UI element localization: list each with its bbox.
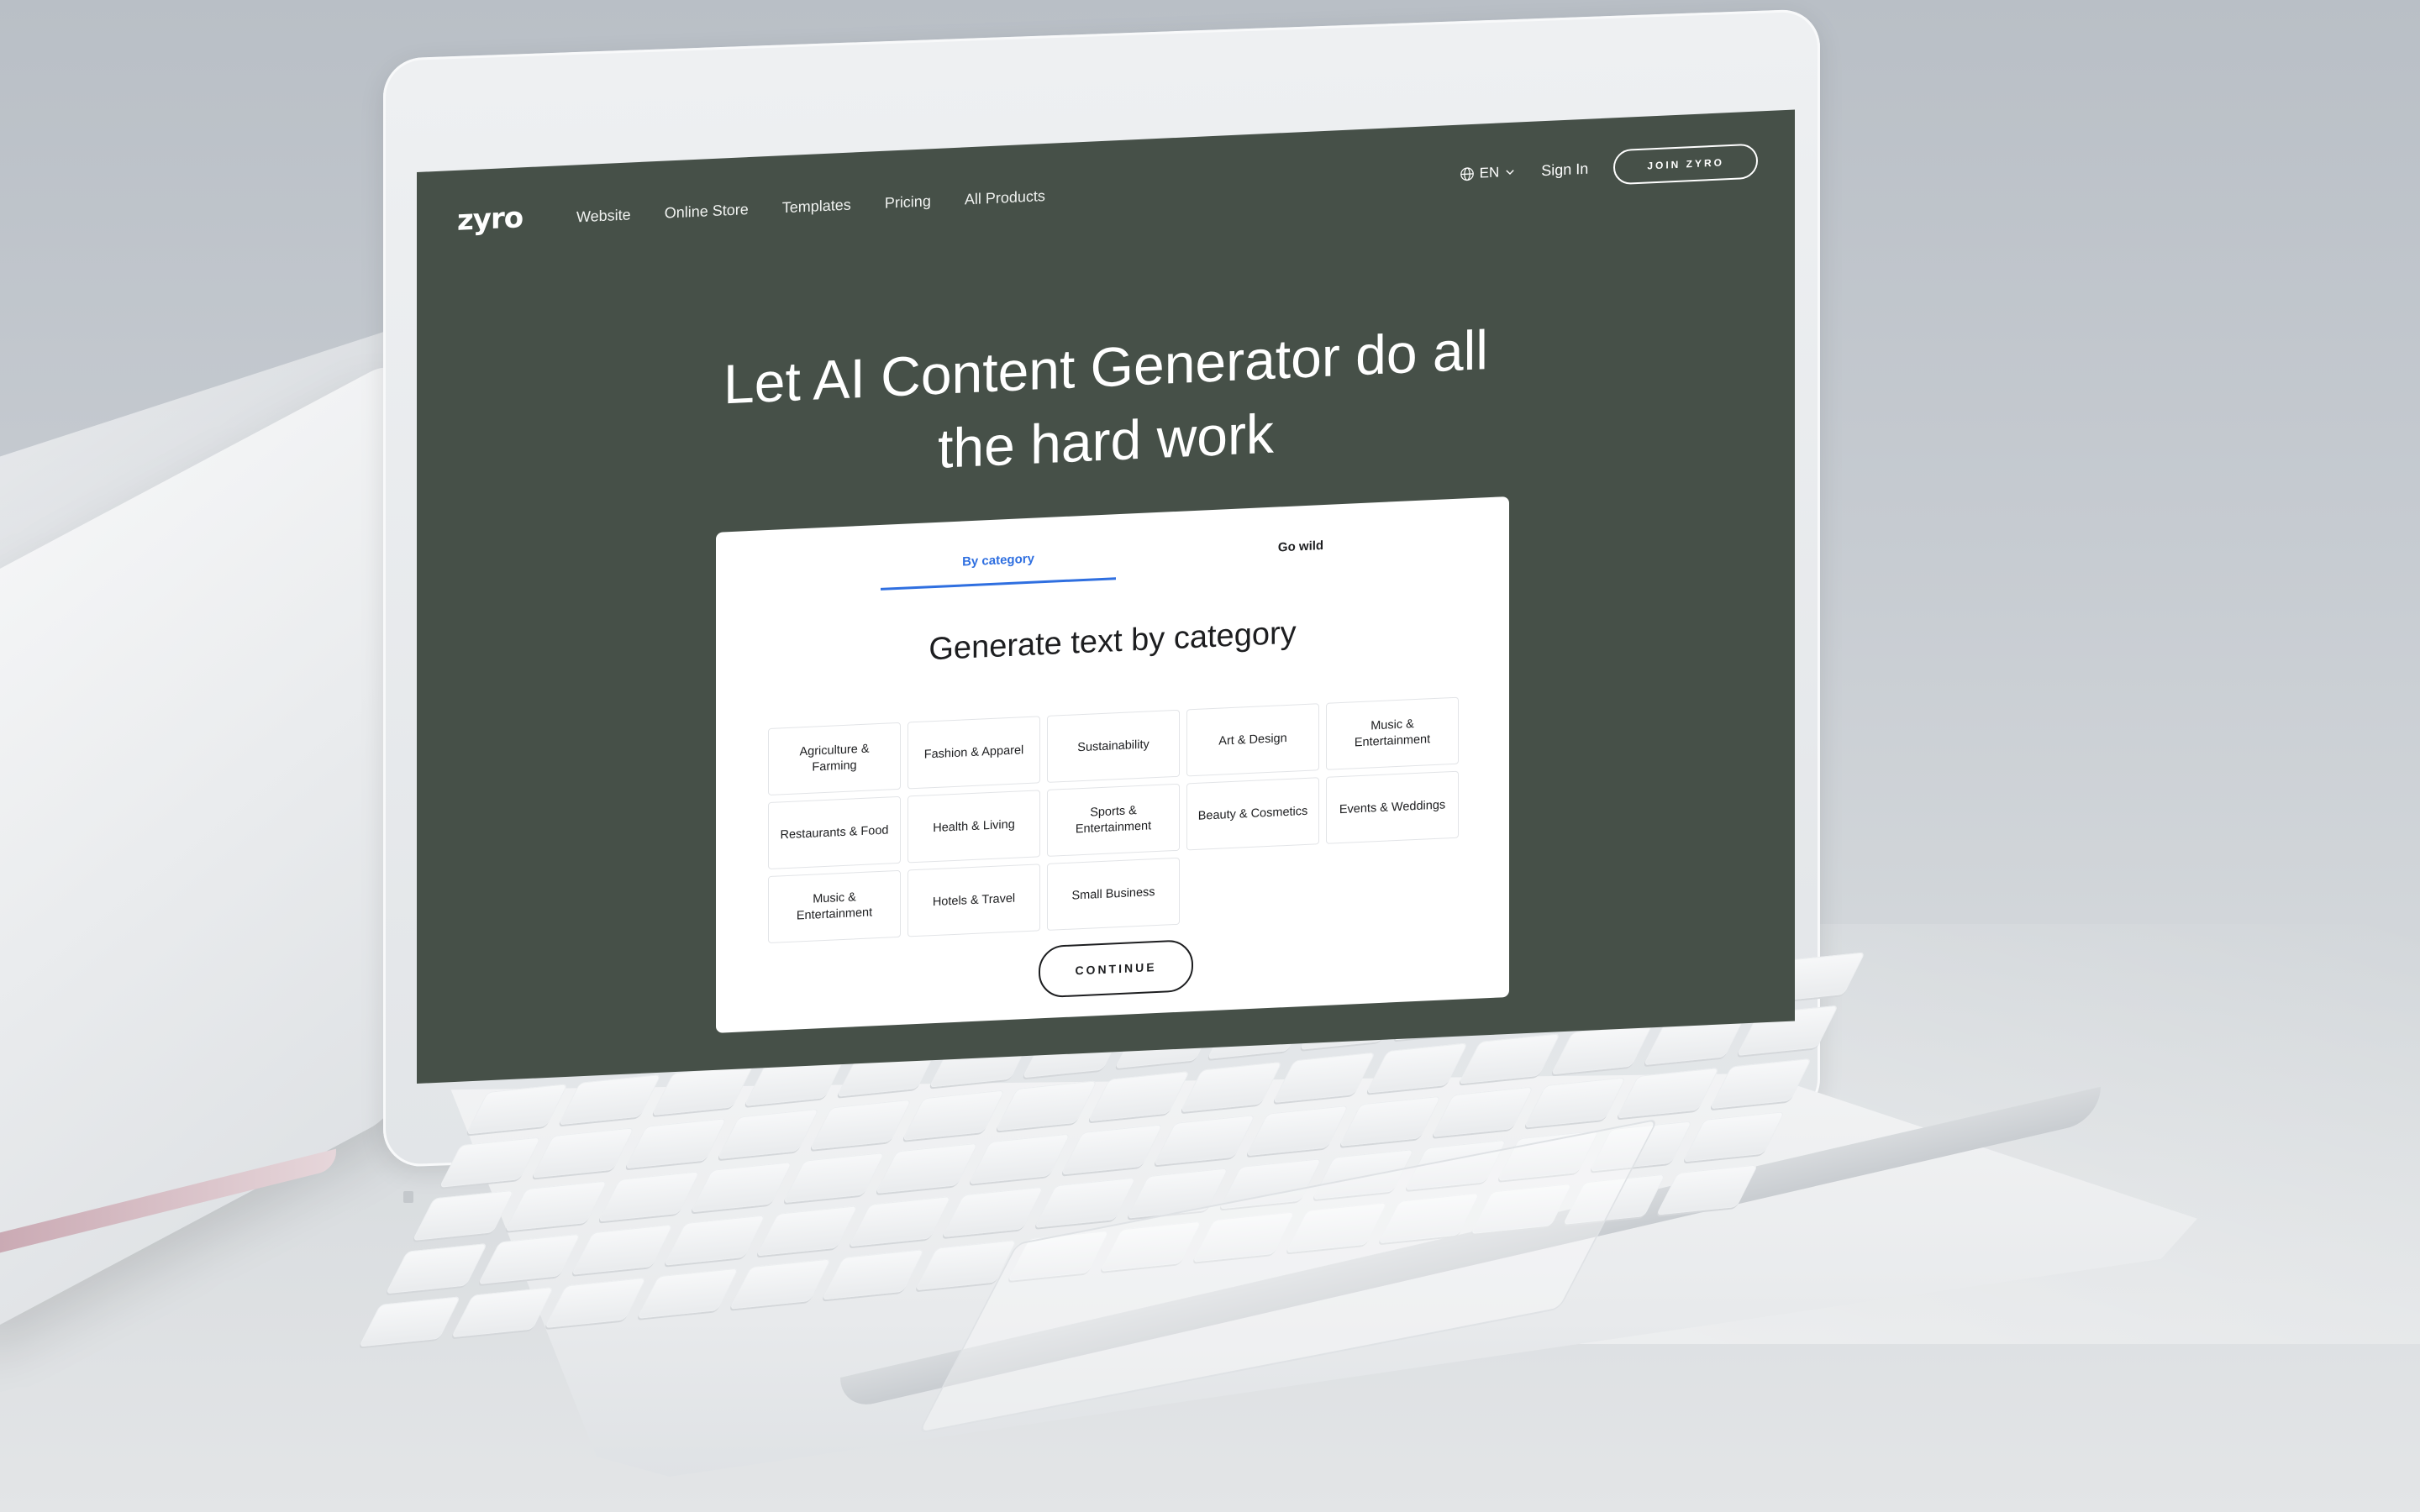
keyboard-key <box>1272 1052 1376 1104</box>
keyboard-key <box>412 1189 515 1242</box>
chevron-down-icon <box>1506 170 1514 175</box>
nav-link-online-store[interactable]: Online Store <box>665 201 749 223</box>
keyboard-key <box>968 1133 1071 1184</box>
keyboard-key <box>531 1127 634 1179</box>
generator-card: By category Go wild Generate text by cat… <box>716 496 1509 1033</box>
keyboard-key <box>1550 1024 1654 1075</box>
nav-actions: EN Sign In JOIN ZYRO <box>1460 143 1758 192</box>
globe-icon <box>1460 167 1474 181</box>
continue-button[interactable]: CONTINUE <box>1039 939 1193 999</box>
keyboard-key <box>358 1296 461 1347</box>
language-selector[interactable]: EN <box>1460 164 1517 183</box>
language-label: EN <box>1479 164 1500 181</box>
category-option[interactable]: Sports & Entertainment <box>1047 783 1180 857</box>
zyro-logo[interactable]: zyro <box>457 201 523 238</box>
tab-bar: By category Go wild <box>716 530 1509 617</box>
category-option[interactable]: Fashion & Apparel <box>908 716 1040 790</box>
keyboard-key <box>1087 1071 1191 1122</box>
keyboard-key <box>1458 1033 1561 1084</box>
keyboard-key <box>478 1233 581 1285</box>
keyboard-key <box>385 1242 488 1294</box>
category-option[interactable]: Events & Weddings <box>1326 770 1459 844</box>
category-option[interactable]: Art & Design <box>1186 703 1319 777</box>
keyboard-key <box>1180 1061 1283 1113</box>
keyboard-key <box>755 1205 859 1257</box>
keyboard-key <box>451 1286 554 1338</box>
keyboard-key <box>1246 1105 1349 1157</box>
keyboard-key <box>690 1162 793 1213</box>
keyboard-key <box>663 1215 766 1266</box>
category-option[interactable]: Beauty & Cosmetics <box>1186 777 1319 851</box>
keyboard-key <box>782 1152 886 1204</box>
keyboard-key <box>1153 1115 1256 1166</box>
keyboard-key <box>1431 1086 1534 1137</box>
category-option[interactable]: Health & Living <box>908 790 1040 864</box>
category-option[interactable]: Small Business <box>1047 857 1180 931</box>
keyboard-key <box>1060 1124 1164 1175</box>
keyboard-key <box>849 1195 951 1247</box>
nav-link-all-products[interactable]: All Products <box>965 187 1045 208</box>
tab-go-wild[interactable]: Go wild <box>1183 534 1418 559</box>
keyboard-key <box>809 1099 913 1151</box>
keyboard-key <box>995 1080 1097 1131</box>
keyboard-key <box>1339 1095 1442 1147</box>
card-title: Generate text by category <box>929 615 1297 668</box>
nav-link-website[interactable]: Website <box>576 206 631 226</box>
keyboard-key <box>902 1089 1005 1141</box>
category-grid: Agriculture & Farming Fashion & Apparel … <box>768 696 1459 944</box>
nav-link-pricing[interactable]: Pricing <box>885 192 931 212</box>
category-option[interactable]: Hotels & Travel <box>908 864 1040 937</box>
keyboard-key <box>717 1108 820 1160</box>
usb-port <box>403 1191 413 1203</box>
hero-title: Let AI Content Generator do all the hard… <box>417 299 1795 509</box>
join-button[interactable]: JOIN ZYRO <box>1613 143 1758 186</box>
tab-by-category[interactable]: By category <box>881 548 1116 591</box>
category-option[interactable]: Sustainability <box>1047 709 1180 783</box>
category-option[interactable]: Agriculture & Farming <box>768 722 901 796</box>
keyboard-key <box>624 1118 727 1169</box>
nav-link-templates[interactable]: Templates <box>782 197 851 218</box>
keyboard-key <box>941 1186 1044 1238</box>
category-option[interactable]: Music & Entertainment <box>1326 696 1459 770</box>
keyboard-key <box>1523 1077 1627 1128</box>
category-option[interactable]: Restaurants & Food <box>768 795 901 870</box>
keyboard-key <box>1365 1042 1469 1094</box>
screen: zyro Website Online Store Templates Pric… <box>417 109 1795 1084</box>
keyboard-key <box>876 1142 978 1194</box>
keyboard-key <box>1617 1068 1719 1119</box>
nav-links: Website Online Store Templates Pricing A… <box>576 187 1045 226</box>
keyboard-key <box>571 1224 674 1275</box>
keyboard-key <box>597 1171 700 1222</box>
keyboard-key <box>1034 1177 1137 1228</box>
keyboard-key <box>504 1180 608 1231</box>
sign-in-link[interactable]: Sign In <box>1541 160 1588 180</box>
category-option[interactable]: Music & Entertainment <box>768 869 901 944</box>
